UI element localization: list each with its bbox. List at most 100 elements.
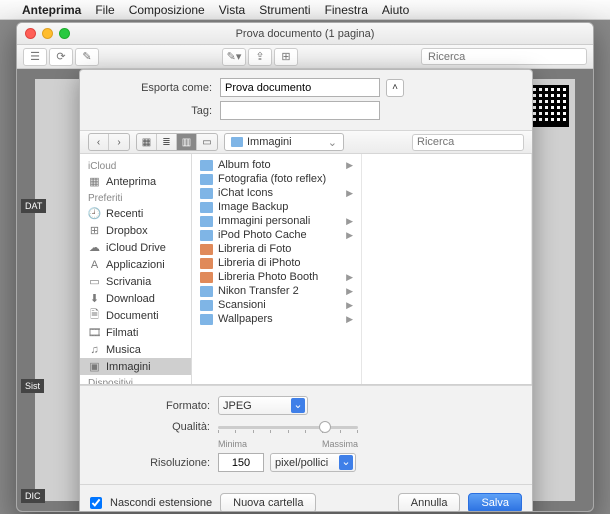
edit-button[interactable]: ✎▾: [222, 48, 246, 66]
folder-item[interactable]: Nikon Transfer 2▶: [192, 284, 361, 298]
nav-forward-button[interactable]: ›: [109, 134, 129, 150]
sidebar-item[interactable]: ⬇Download: [80, 290, 191, 307]
app-name[interactable]: Anteprima: [22, 3, 81, 17]
markup-button[interactable]: ✎: [75, 48, 99, 66]
save-button[interactable]: Salva: [468, 493, 522, 513]
share-button[interactable]: ⇪: [248, 48, 272, 66]
sidebar-item[interactable]: 🕘Recenti: [80, 205, 191, 222]
sidebar-item[interactable]: AApplicazioni: [80, 256, 191, 273]
sidebar-item-icon: ⊞: [88, 224, 101, 237]
chevron-right-icon: ▶: [346, 216, 353, 227]
folder-item[interactable]: Libreria di Foto: [192, 242, 361, 256]
folder-item[interactable]: iPod Photo Cache▶: [192, 228, 361, 242]
chevron-right-icon: ▶: [346, 160, 353, 171]
menu-window[interactable]: Finestra: [325, 3, 368, 17]
sidebar-toggle-button[interactable]: ☰: [23, 48, 47, 66]
sidebar-item-label: Immagini: [106, 361, 151, 373]
system-menubar: Anteprima File Composizione Vista Strume…: [0, 0, 610, 20]
slider-thumb[interactable]: [319, 421, 331, 433]
cancel-button[interactable]: Annulla: [398, 493, 461, 513]
quality-slider[interactable]: [218, 419, 358, 435]
tools-button[interactable]: ⊞: [274, 48, 298, 66]
folder-icon: [200, 216, 213, 227]
resolution-input[interactable]: [218, 453, 264, 472]
sidebar-section-head: Preferiti: [80, 190, 191, 205]
view-icons-button[interactable]: ▦: [137, 134, 157, 150]
sidebar-item[interactable]: ▦ Anteprima: [80, 173, 191, 190]
sheet-header: Esporta come: ˄ Tag:: [80, 70, 532, 130]
sidebar-item-icon: ☁: [88, 241, 101, 254]
collapse-sheet-button[interactable]: ˄: [386, 79, 404, 97]
folder-icon: [231, 137, 243, 147]
sidebar-item-label: Download: [106, 293, 155, 305]
folder-icon: [200, 174, 213, 185]
resolution-unit-select[interactable]: pixel/pollici: [270, 453, 356, 472]
app-window: Prova documento (1 pagina) ☰ ⟳ ✎ ✎▾ ⇪ ⊞ …: [16, 22, 594, 512]
menu-edit[interactable]: Composizione: [129, 3, 205, 17]
sidebar-item[interactable]: ▭ Scrivania: [80, 273, 191, 290]
qr-code-image: [527, 85, 569, 127]
folder-item-label: Album foto: [218, 159, 271, 171]
sidebar-section-head: iCloud: [80, 158, 191, 173]
view-columns-button[interactable]: ▥: [177, 134, 197, 150]
window-search-input[interactable]: [421, 48, 587, 65]
format-panel: Formato: JPEG Qualità: Minima Massima Ri…: [80, 385, 532, 484]
sidebar-item-label: iCloud Drive: [106, 242, 166, 254]
folder-item[interactable]: Scansioni▶: [192, 298, 361, 312]
file-browser: iCloud ▦ Anteprima Preferiti🕘Recenti ⊞ Dropbo…: [80, 154, 532, 385]
nav-back-button[interactable]: ‹: [89, 134, 109, 150]
folder-column: Album foto▶Fotografia (foto reflex)iChat…: [192, 154, 362, 384]
folder-item[interactable]: Libreria Photo Booth▶: [192, 270, 361, 284]
folder-icon: [200, 160, 213, 171]
folder-item[interactable]: Wallpapers▶: [192, 312, 361, 326]
folder-item[interactable]: Album foto ▶: [192, 158, 361, 172]
tag-input[interactable]: [220, 101, 380, 120]
sidebar-item[interactable]: ☁ iCloud Drive: [80, 239, 191, 256]
sidebar-item-label: Scrivania: [106, 276, 151, 288]
rotate-button[interactable]: ⟳: [49, 48, 73, 66]
sidebar-item-icon: ▭: [88, 275, 101, 288]
folder-item[interactable]: iChat Icons▶: [192, 186, 361, 200]
menu-help[interactable]: Aiuto: [382, 3, 409, 17]
sidebar-item[interactable]: ▣ Immagini: [80, 358, 191, 375]
resolution-label: Risoluzione:: [92, 457, 210, 469]
sidebar-item-icon: ▣: [88, 360, 101, 373]
sidebar-item[interactable]: 🎞Filmati: [80, 324, 191, 341]
menu-tools[interactable]: Strumenti: [259, 3, 310, 17]
hide-extension-label: Nascondi estensione: [110, 497, 212, 509]
view-mode-segment: ▦ ≣ ▥ ▭: [136, 133, 218, 151]
view-gallery-button[interactable]: ▭: [197, 134, 217, 150]
folder-item-label: Nikon Transfer 2: [218, 285, 299, 297]
export-name-input[interactable]: [220, 78, 380, 97]
hide-extension-checkbox[interactable]: [90, 497, 102, 509]
menu-view[interactable]: Vista: [219, 3, 245, 17]
browser-sidebar: iCloud ▦ Anteprima Preferiti🕘Recenti ⊞ Dropbo…: [80, 154, 192, 384]
folder-icon: [200, 314, 213, 325]
view-list-button[interactable]: ≣: [157, 134, 177, 150]
sidebar-item-icon: ▦: [88, 175, 101, 188]
document-toolbar: ☰ ⟳ ✎ ✎▾ ⇪ ⊞: [17, 45, 593, 69]
sidebar-item-label: Filmati: [106, 327, 138, 339]
folder-icon: [200, 286, 213, 297]
format-select[interactable]: JPEG: [218, 396, 308, 415]
new-folder-button[interactable]: Nuova cartella: [220, 493, 316, 513]
menu-file[interactable]: File: [95, 3, 114, 17]
folder-item-label: Scansioni: [218, 299, 266, 311]
folder-item[interactable]: Image Backup: [192, 200, 361, 214]
browser-search-input[interactable]: [412, 134, 524, 151]
package-icon: [200, 244, 213, 255]
folder-item[interactable]: Fotografia (foto reflex): [192, 172, 361, 186]
sidebar-item[interactable]: ♫Musica: [80, 341, 191, 358]
folder-item[interactable]: Immagini personali▶: [192, 214, 361, 228]
folder-item[interactable]: Libreria di iPhoto: [192, 256, 361, 270]
sheet-footer: Nascondi estensione Nuova cartella Annul…: [80, 484, 532, 512]
format-label: Formato:: [92, 400, 210, 412]
export-name-label: Esporta come:: [92, 82, 212, 94]
sidebar-item-label: Anteprima: [106, 176, 156, 188]
sidebar-item-label: Dropbox: [106, 225, 148, 237]
location-popup[interactable]: Immagini ⌄: [224, 133, 344, 151]
sidebar-item[interactable]: ⊞ Dropbox: [80, 222, 191, 239]
sidebar-item[interactable]: 🗎Documenti: [80, 307, 191, 324]
folder-item-label: iChat Icons: [218, 187, 273, 199]
sidebar-item-label: Applicazioni: [106, 259, 165, 271]
